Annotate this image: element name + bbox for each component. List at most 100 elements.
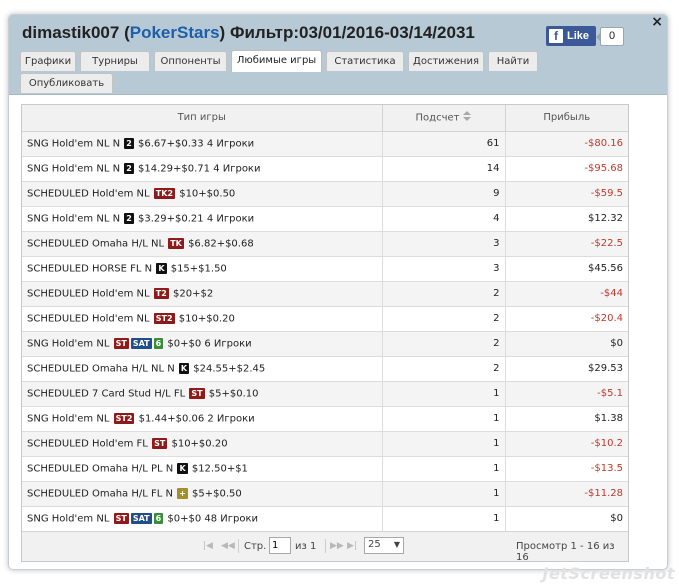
table-row[interactable]: SNG Hold'em NL ST SAT 6 $0+$0 6 Игроки 2 $0 bbox=[22, 330, 628, 357]
table-row[interactable]: SCHEDULED Hold'em NL T2 $20+$2 2 -$44 bbox=[22, 280, 628, 307]
table-row[interactable]: SNG Hold'em NL N 2 $14.29+$0.71 4 Игроки… bbox=[22, 155, 628, 182]
page-number-input[interactable] bbox=[269, 537, 291, 554]
game-name: SNG Hold'em NL N bbox=[27, 213, 121, 225]
first-page-icon[interactable]: |◀ bbox=[203, 541, 213, 551]
game-stake: $3.29+$0.21 4 Игроки bbox=[138, 213, 255, 225]
game-type-badge-icon: SAT bbox=[130, 337, 152, 349]
page-title: dimastik007 (PokerStars) Фильтр:03/01/20… bbox=[22, 23, 475, 43]
game-stake: $20+$2 bbox=[173, 288, 214, 300]
facebook-like-button[interactable]: f Like bbox=[546, 26, 596, 46]
game-stake: $0+$0 48 Игроки bbox=[167, 513, 259, 525]
tab-charts[interactable]: Графики bbox=[20, 51, 76, 71]
next-page-icon[interactable]: ▶▶ bbox=[330, 541, 344, 551]
cell-count: 14 bbox=[381, 155, 506, 182]
game-name: SCHEDULED HORSE FL N bbox=[27, 263, 153, 275]
column-label: Тип игры bbox=[177, 112, 226, 124]
cell-game-type: SCHEDULED Omaha H/L PL N K $12.50+$1 bbox=[22, 455, 383, 482]
date-filter: Фильтр:03/01/2016-03/14/2031 bbox=[229, 23, 475, 42]
table-row[interactable]: SNG Hold'em NL N 2 $6.67+$0.33 4 Игроки 6… bbox=[22, 130, 628, 157]
game-name: SCHEDULED Hold'em NL bbox=[27, 313, 150, 325]
game-type-badge-icon: K bbox=[177, 462, 188, 474]
game-type-badge-icon: ST bbox=[113, 337, 129, 349]
tab-tournaments[interactable]: Турниры bbox=[80, 51, 150, 71]
close-icon[interactable]: × bbox=[651, 15, 663, 30]
chevron-down-icon: ▼ bbox=[393, 540, 400, 549]
cell-count: 1 bbox=[381, 480, 506, 507]
tab-search[interactable]: Найти bbox=[488, 51, 538, 71]
game-type-badge-icon: K bbox=[156, 262, 167, 274]
cell-game-type: SCHEDULED Hold'em FL ST $10+$0.20 bbox=[22, 430, 383, 457]
pager-divider bbox=[238, 539, 239, 553]
facebook-icon: f bbox=[549, 29, 563, 43]
game-stake: $6.82+$0.68 bbox=[188, 238, 254, 250]
cell-profit: -$10.2 bbox=[504, 430, 628, 457]
cell-profit: $0 bbox=[504, 505, 628, 532]
cell-count: 1 bbox=[381, 455, 506, 482]
cell-count: 1 bbox=[381, 405, 506, 432]
prev-page-icon[interactable]: ◀◀ bbox=[221, 541, 235, 551]
game-stake: $1.44+$0.06 2 Игроки bbox=[138, 413, 255, 425]
game-name: SNG Hold'em NL N bbox=[27, 163, 121, 175]
game-stake: $12.50+$1 bbox=[191, 463, 248, 475]
table-row[interactable]: SCHEDULED 7 Card Stud H/L FL ST $5+$0.10… bbox=[22, 380, 628, 407]
game-type-badge-icon: ST2 bbox=[153, 312, 175, 324]
tab-publish[interactable]: Опубликовать bbox=[20, 73, 113, 93]
tab-achievements[interactable]: Достижения bbox=[408, 51, 484, 71]
cell-count: 2 bbox=[381, 280, 506, 307]
cell-count: 4 bbox=[381, 205, 506, 232]
cell-count: 2 bbox=[381, 305, 506, 332]
table-row[interactable]: SCHEDULED Hold'em NL ST2 $10+$0.20 2 -$20.… bbox=[22, 305, 628, 332]
column-header-count[interactable]: Подсчет bbox=[381, 105, 506, 132]
table-row[interactable]: SCHEDULED Hold'em NL TK2 $10+$0.50 9 -$59.… bbox=[22, 180, 628, 207]
cell-game-type: SNG Hold'em NL N 2 $3.29+$0.21 4 Игроки bbox=[22, 205, 383, 232]
table-row[interactable]: SNG Hold'em NL N 2 $3.29+$0.21 4 Игроки 4… bbox=[22, 205, 628, 232]
table-header-row: Тип игры Подсчет Прибыль bbox=[22, 105, 628, 132]
game-stake: $5+$0.10 bbox=[208, 388, 259, 400]
table-row[interactable]: SCHEDULED Omaha H/L FL N + $5+$0.50 1 -$11… bbox=[22, 480, 628, 507]
column-header-game-type[interactable]: Тип игры bbox=[22, 105, 383, 132]
favorite-games-dialog: dimastik007 (PokerStars) Фильтр:03/01/20… bbox=[8, 14, 668, 570]
site-name[interactable]: PokerStars bbox=[130, 23, 220, 42]
cell-profit: -$22.5 bbox=[504, 230, 628, 257]
game-type-badge-icon: TK bbox=[168, 237, 184, 249]
game-name: SCHEDULED Omaha H/L FL N bbox=[27, 488, 173, 500]
game-type-badge-icon: ST2 bbox=[113, 412, 135, 424]
game-name: SNG Hold'em NL bbox=[27, 513, 110, 525]
cell-game-type: SCHEDULED Hold'em NL TK2 $10+$0.50 bbox=[22, 180, 383, 207]
game-stake: $24.55+$2.45 bbox=[193, 363, 266, 375]
column-header-profit[interactable]: Прибыль bbox=[504, 105, 628, 132]
rows-per-page-select[interactable]: 25 ▼ bbox=[364, 537, 404, 554]
game-name: SCHEDULED Omaha H/L PL N bbox=[27, 463, 174, 475]
last-page-icon[interactable]: ▶| bbox=[347, 541, 357, 551]
cell-profit: -$20.4 bbox=[504, 305, 628, 332]
tab-opponents[interactable]: Оппоненты bbox=[154, 51, 227, 71]
tab-favorite-games[interactable]: Любимые игры bbox=[231, 50, 322, 72]
sort-icon[interactable] bbox=[463, 111, 472, 124]
table-row[interactable]: SCHEDULED HORSE FL N K $15+$1.50 3 $45.56 bbox=[22, 255, 628, 282]
dialog-header: dimastik007 (PokerStars) Фильтр:03/01/20… bbox=[9, 15, 667, 95]
cell-game-type: SNG Hold'em NL ST SAT 6 $0+$0 48 Игроки bbox=[22, 505, 383, 532]
table-row[interactable]: SCHEDULED Omaha H/L NL N K $24.55+$2.45 2… bbox=[22, 355, 628, 382]
tab-statistics[interactable]: Статистика bbox=[326, 51, 404, 71]
table-row[interactable]: SCHEDULED Omaha H/L PL N K $12.50+$1 1 -$1… bbox=[22, 455, 628, 482]
player-name: dimastik007 bbox=[22, 23, 120, 42]
cell-profit: $0 bbox=[504, 330, 628, 357]
game-name: SNG Hold'em NL bbox=[27, 413, 110, 425]
table-row[interactable]: SNG Hold'em NL ST2 $1.44+$0.06 2 Игроки 1… bbox=[22, 405, 628, 432]
cell-game-type: SCHEDULED 7 Card Stud H/L FL ST $5+$0.10 bbox=[22, 380, 383, 407]
table-row[interactable]: SNG Hold'em NL ST SAT 6 $0+$0 48 Игроки 1 $0 bbox=[22, 505, 628, 532]
game-name: SCHEDULED Omaha H/L NL N bbox=[27, 363, 175, 375]
game-type-badge-icon: 2 bbox=[124, 162, 134, 174]
rows-per-page-value: 25 bbox=[368, 539, 381, 550]
game-stake: $10+$0.20 bbox=[178, 313, 235, 325]
table-row[interactable]: SCHEDULED Omaha H/L NL TK $6.82+$0.68 3 -$… bbox=[22, 230, 628, 257]
cell-game-type: SNG Hold'em NL N 2 $14.29+$0.71 4 Игроки bbox=[22, 155, 383, 182]
pager-divider bbox=[325, 539, 326, 553]
cell-count: 2 bbox=[381, 330, 506, 357]
game-type-badge-icon: T2 bbox=[153, 287, 169, 299]
cell-count: 1 bbox=[381, 380, 506, 407]
cell-profit: -$95.68 bbox=[504, 155, 628, 182]
cell-profit: -$5.1 bbox=[504, 380, 628, 407]
game-name: SCHEDULED 7 Card Stud H/L FL bbox=[27, 388, 186, 400]
table-row[interactable]: SCHEDULED Hold'em FL ST $10+$0.20 1 -$10.2 bbox=[22, 430, 628, 457]
